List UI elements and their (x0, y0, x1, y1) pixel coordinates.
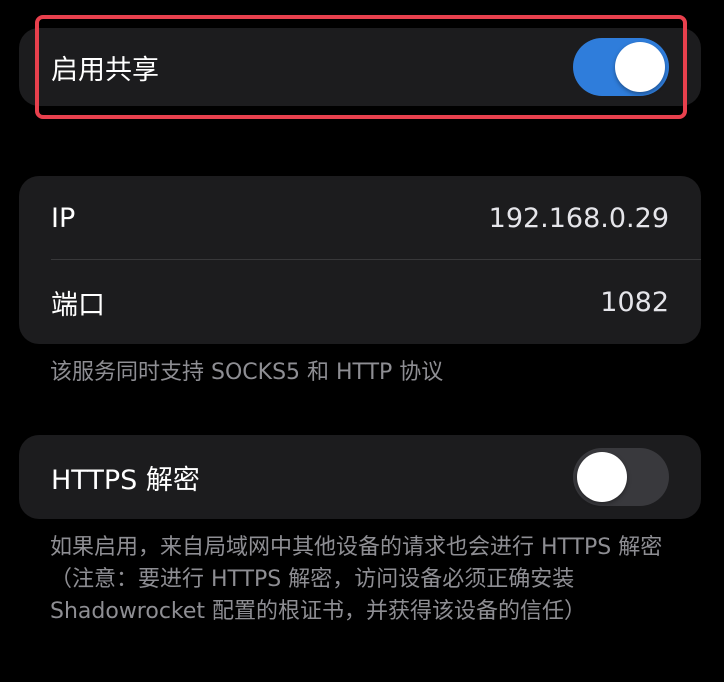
enable-share-toggle[interactable] (573, 38, 669, 96)
share-group: 启用共享 (19, 28, 701, 106)
https-decrypt-toggle[interactable] (573, 448, 669, 506)
https-group: HTTPS 解密 (19, 435, 701, 519)
ip-row: IP 192.168.0.29 (19, 176, 701, 260)
https-decrypt-row[interactable]: HTTPS 解密 (19, 435, 701, 519)
port-label: 端口 (51, 289, 105, 321)
connection-group: IP 192.168.0.29 端口 1082 (19, 176, 701, 344)
https-footnote: 如果启用，来自局域网中其他设备的请求也会进行 HTTPS 解密（注意：要进行 H… (50, 535, 663, 624)
ip-label: IP (51, 202, 76, 234)
toggle-knob (615, 42, 665, 92)
enable-share-label: 启用共享 (51, 54, 159, 86)
port-row[interactable]: 端口 1082 (19, 260, 701, 344)
protocol-footnote: 该服务同时支持 SOCKS5 和 HTTP 协议 (50, 360, 444, 385)
toggle-knob (577, 452, 627, 502)
port-value: 1082 (600, 286, 669, 318)
ip-value: 192.168.0.29 (488, 202, 669, 234)
https-decrypt-label: HTTPS 解密 (51, 464, 200, 496)
proxy-share-settings-page: 启用共享 IP 192.168.0.29 端口 1082 该服务同时支持 SOC… (0, 0, 724, 682)
enable-share-row[interactable]: 启用共享 (19, 28, 701, 106)
